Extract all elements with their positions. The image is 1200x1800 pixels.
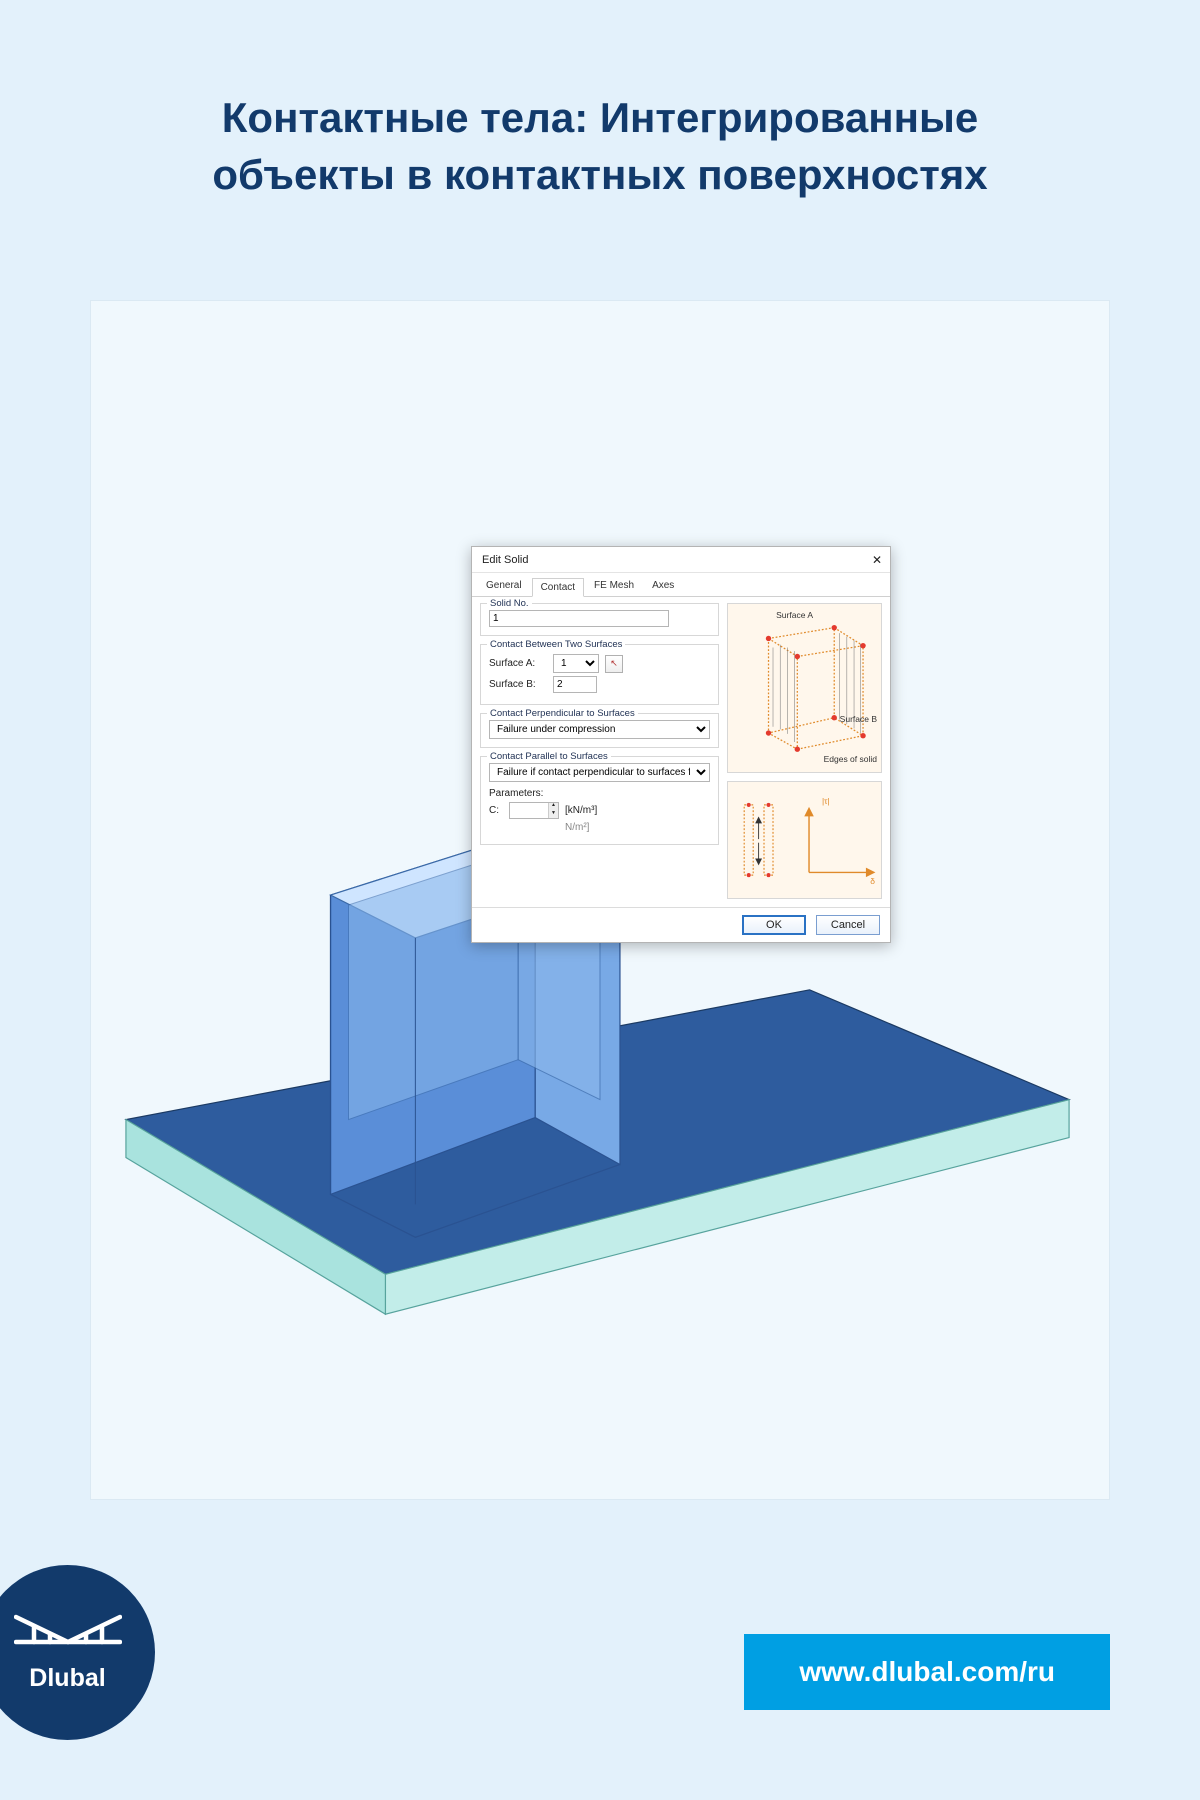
tab-fe-mesh[interactable]: FE Mesh xyxy=(586,577,642,596)
dialog-footer: OK Cancel xyxy=(472,907,890,942)
diag-surface-a-label: Surface A xyxy=(776,610,813,620)
par-select[interactable]: Failure if contact perpendicular to surf… xyxy=(489,763,710,782)
solid-no-label: Solid No. xyxy=(487,598,532,609)
param-c-input[interactable]: ▲▼ xyxy=(509,802,559,819)
param-c-unit: [kN/m³] xyxy=(565,805,597,816)
group-contact-between: Contact Between Two Surfaces Surface A: … xyxy=(480,644,719,705)
surface-b-input[interactable] xyxy=(553,676,597,693)
diag-edges-label: Edges of solid xyxy=(824,754,877,764)
cancel-button[interactable]: Cancel xyxy=(816,915,880,935)
brand-logo: Dlubal xyxy=(0,1565,155,1740)
page-title: Контактные тела: Интегрированные объекты… xyxy=(0,0,1200,203)
param-unit2: N/m²] xyxy=(565,822,589,833)
model-viewport[interactable]: Edit Solid ✕ General Contact FE Mesh Axe… xyxy=(90,300,1110,1500)
perp-label: Contact Perpendicular to Surfaces xyxy=(487,708,638,719)
pick-surface-a-button[interactable]: ↖ xyxy=(605,655,623,673)
brand-url: www.dlubal.com/ru xyxy=(744,1634,1110,1710)
parameters-label: Parameters: xyxy=(489,788,543,799)
spin-down-icon: ▼ xyxy=(548,811,558,819)
diag-surface-b-label: Surface B xyxy=(840,714,877,724)
group-solid-no: Solid No. xyxy=(480,603,719,636)
tab-axes[interactable]: Axes xyxy=(644,577,682,596)
stress-diagram: |τ| δ xyxy=(727,781,882,899)
edit-solid-dialog: Edit Solid ✕ General Contact FE Mesh Axe… xyxy=(471,546,891,943)
bridge-icon xyxy=(14,1612,122,1662)
dialog-tabs: General Contact FE Mesh Axes xyxy=(472,573,890,597)
surface-b-label: Surface B: xyxy=(489,679,547,690)
tab-contact[interactable]: Contact xyxy=(532,578,584,597)
par-label: Contact Parallel to Surfaces xyxy=(487,751,611,762)
contact-between-label: Contact Between Two Surfaces xyxy=(487,639,625,650)
perp-select[interactable]: Failure under compression xyxy=(489,720,710,739)
group-perpendicular: Contact Perpendicular to Surfaces Failur… xyxy=(480,713,719,748)
contact-surfaces-diagram: Surface A Surface B Edges of solid xyxy=(727,603,882,773)
surface-a-label: Surface A: xyxy=(489,658,547,669)
param-c-label: C: xyxy=(489,805,503,816)
dialog-title: Edit Solid xyxy=(482,554,528,566)
ok-button[interactable]: OK xyxy=(742,915,806,935)
dialog-titlebar[interactable]: Edit Solid ✕ xyxy=(472,547,890,573)
heading-line-1: Контактные тела: Интегрированные xyxy=(222,94,978,141)
tau-axis-label: |τ| xyxy=(822,796,830,806)
brand-name: Dlubal xyxy=(29,1664,105,1693)
group-parallel: Contact Parallel to Surfaces Failure if … xyxy=(480,756,719,845)
heading-line-2: объекты в контактных поверхностях xyxy=(212,151,987,198)
surface-a-select[interactable]: 1 xyxy=(553,654,599,673)
tab-general[interactable]: General xyxy=(478,577,530,596)
delta-axis-label: δ xyxy=(870,876,875,886)
solid-no-input[interactable] xyxy=(489,610,669,627)
close-icon[interactable]: ✕ xyxy=(872,553,882,567)
